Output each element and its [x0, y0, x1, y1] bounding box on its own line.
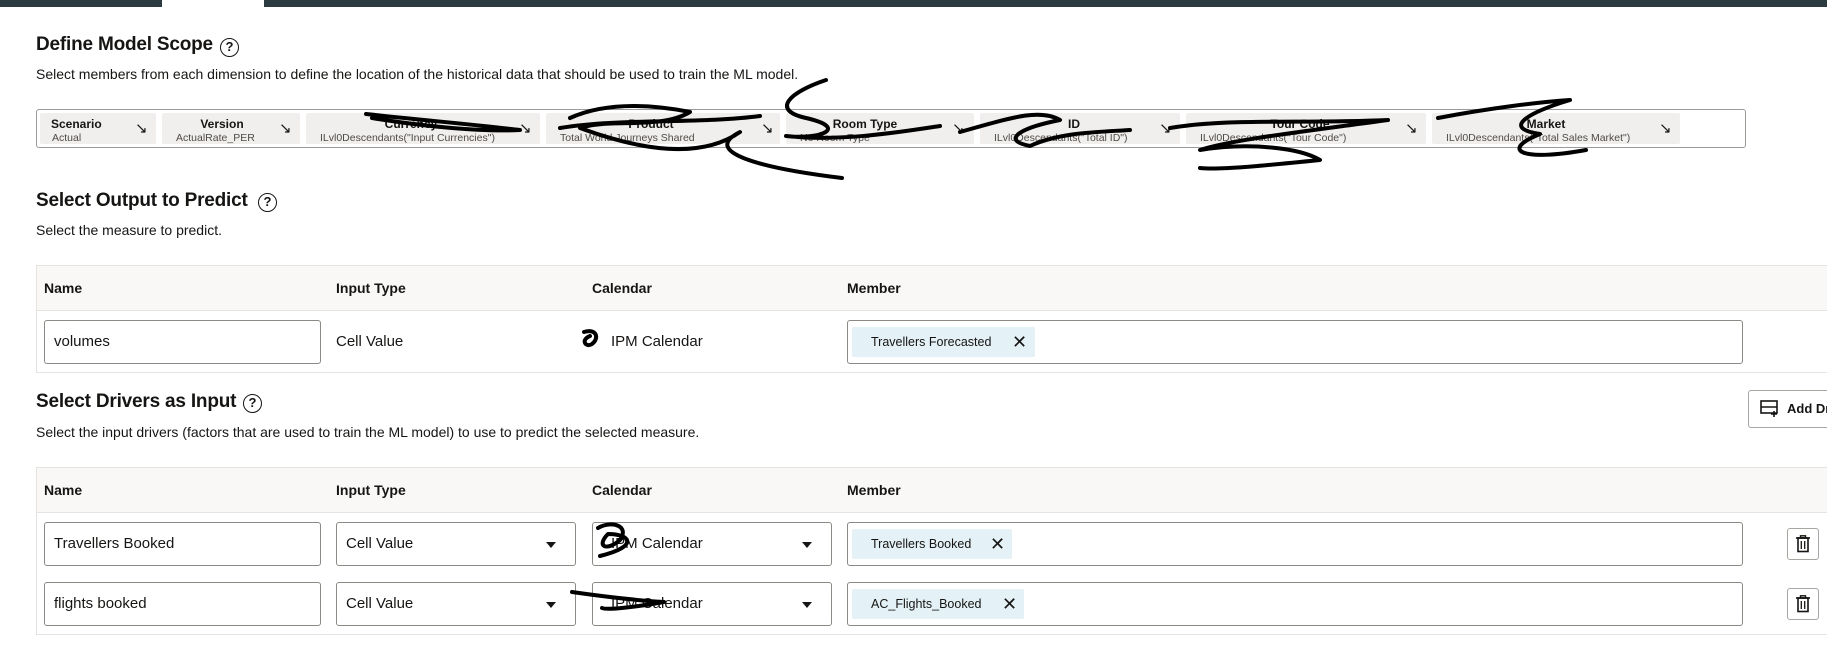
add-driver-button[interactable]: Add Driver [1748, 390, 1827, 428]
column-header-input-type: Input Type [336, 280, 406, 296]
pov-label: Tour Code [1270, 117, 1330, 131]
output-table: Name Input Type Calendar Member volumes … [36, 265, 1827, 373]
chevron-down-icon [802, 602, 812, 608]
select-value: IPM Calendar [611, 535, 703, 552]
driver-calendar-select[interactable]: IPM Calendar [592, 582, 832, 626]
pov-product[interactable]: Product Total World Journeys Shared ↘ [546, 113, 780, 144]
active-tab-indicator [162, 0, 264, 7]
pov-tour-code[interactable]: Tour Code ILvl0Descendants("Tour Code") … [1186, 113, 1426, 144]
driver-member-selector[interactable]: AC_Flights_Booked ✕ [847, 582, 1743, 626]
pov-bar: Scenario Actual ↘ Version ActualRate_PER… [36, 109, 1746, 148]
question-circle-icon[interactable]: ? [220, 38, 239, 57]
output-member-selector[interactable]: Travellers Forecasted ✕ [847, 320, 1743, 364]
chevron-down-icon [546, 542, 556, 548]
output-name-input[interactable]: volumes [44, 320, 321, 364]
driver-name-input[interactable]: Travellers Booked [44, 522, 321, 566]
question-circle-icon[interactable]: ? [243, 394, 262, 413]
output-title: Select Output to Predict [36, 190, 248, 211]
pov-value: ILvl0Descendants("Total Sales Market") [1446, 132, 1631, 144]
select-value: Cell Value [346, 535, 414, 552]
pov-value: ILvl0Descendants("Total ID") [994, 132, 1128, 144]
output-calendar: IPM Calendar [611, 333, 703, 350]
scope-description: Select members from each dimension to de… [36, 66, 799, 82]
pov-label: Market [1526, 117, 1566, 131]
table-header: Name Input Type Calendar Member [37, 266, 1827, 311]
column-header-input-type: Input Type [336, 482, 406, 498]
pov-label: ID [1068, 117, 1080, 131]
add-row-icon [1760, 400, 1778, 417]
drivers-description: Select the input drivers (factors that a… [36, 424, 700, 440]
pov-room-type[interactable]: Room Type No Room Type ↘ [786, 113, 974, 144]
delete-row-button[interactable] [1787, 528, 1819, 560]
column-header-name: Name [44, 280, 83, 296]
member-chip-label: AC_Flights_Booked [871, 597, 982, 611]
pov-value: ActualRate_PER [176, 132, 255, 144]
arrow-down-right-icon[interactable]: ↘ [135, 119, 148, 137]
member-chip: Travellers Booked ✕ [852, 529, 1012, 559]
arrow-down-right-icon[interactable]: ↘ [1405, 119, 1418, 137]
driver-member-selector[interactable]: Travellers Booked ✕ [847, 522, 1743, 566]
pov-label: Scenario [51, 117, 102, 131]
pov-currency[interactable]: Currency ILvl0Descendants("Input Currenc… [306, 113, 540, 144]
arrow-down-right-icon[interactable]: ↘ [279, 119, 292, 137]
pov-market[interactable]: Market ILvl0Descendants("Total Sales Mar… [1432, 113, 1680, 144]
pov-scenario[interactable]: Scenario Actual ↘ [40, 113, 156, 144]
close-icon[interactable]: ✕ [990, 529, 1005, 559]
pov-version[interactable]: Version ActualRate_PER ↘ [162, 113, 300, 144]
select-value: IPM Calendar [611, 595, 703, 612]
chevron-down-icon [802, 542, 812, 548]
pov-label: Room Type [832, 117, 898, 131]
column-header-name: Name [44, 482, 83, 498]
pov-value: No Room Type [800, 132, 870, 144]
chevron-down-icon [546, 602, 556, 608]
trash-icon [1796, 595, 1810, 613]
member-chip-label: Travellers Booked [871, 537, 972, 551]
arrow-down-right-icon[interactable]: ↘ [1659, 119, 1672, 137]
pov-value: Total World Journeys Shared [560, 132, 695, 144]
member-chip-label: Travellers Forecasted [871, 335, 992, 349]
drivers-table: Name Input Type Calendar Member Travelle… [36, 467, 1827, 635]
add-driver-label: Add Driver [1787, 401, 1827, 416]
column-header-member: Member [847, 482, 901, 498]
pov-value: ILvl0Descendants("Tour Code") [1200, 132, 1347, 144]
pov-id[interactable]: ID ILvl0Descendants("Total ID") ↘ [980, 113, 1180, 144]
driver-calendar-select[interactable]: IPM Calendar [592, 522, 832, 566]
pov-label: Version [200, 117, 244, 131]
top-header-bar [0, 0, 1827, 7]
output-input-type: Cell Value [336, 333, 404, 350]
drivers-title: Select Drivers as Input [36, 391, 237, 412]
column-header-calendar: Calendar [592, 280, 652, 296]
table-header: Name Input Type Calendar Member [37, 468, 1827, 513]
driver-name-input[interactable]: flights booked [44, 582, 321, 626]
pov-label: Currency [384, 117, 438, 131]
pov-value: ILvl0Descendants("Input Currencies") [320, 132, 495, 144]
question-circle-icon[interactable]: ? [258, 193, 277, 212]
scope-title: Define Model Scope [36, 34, 213, 55]
member-chip: Travellers Forecasted ✕ [852, 327, 1035, 357]
arrow-down-right-icon[interactable]: ↘ [952, 119, 965, 137]
output-description: Select the measure to predict. [36, 222, 222, 238]
select-value: Cell Value [346, 595, 414, 612]
column-header-calendar: Calendar [592, 482, 652, 498]
driver-input-type-select[interactable]: Cell Value [336, 582, 576, 626]
driver-input-type-select[interactable]: Cell Value [336, 522, 576, 566]
arrow-down-right-icon[interactable]: ↘ [1159, 119, 1172, 137]
pov-value: Actual [52, 132, 82, 144]
column-header-member: Member [847, 280, 901, 296]
arrow-down-right-icon[interactable]: ↘ [519, 119, 532, 137]
member-chip: AC_Flights_Booked ✕ [852, 589, 1024, 619]
trash-icon [1796, 535, 1810, 553]
pov-label: Product [628, 117, 674, 131]
delete-row-button[interactable] [1787, 588, 1819, 620]
arrow-down-right-icon[interactable]: ↘ [761, 119, 774, 137]
close-icon[interactable]: ✕ [1002, 589, 1017, 619]
close-icon[interactable]: ✕ [1012, 327, 1027, 357]
